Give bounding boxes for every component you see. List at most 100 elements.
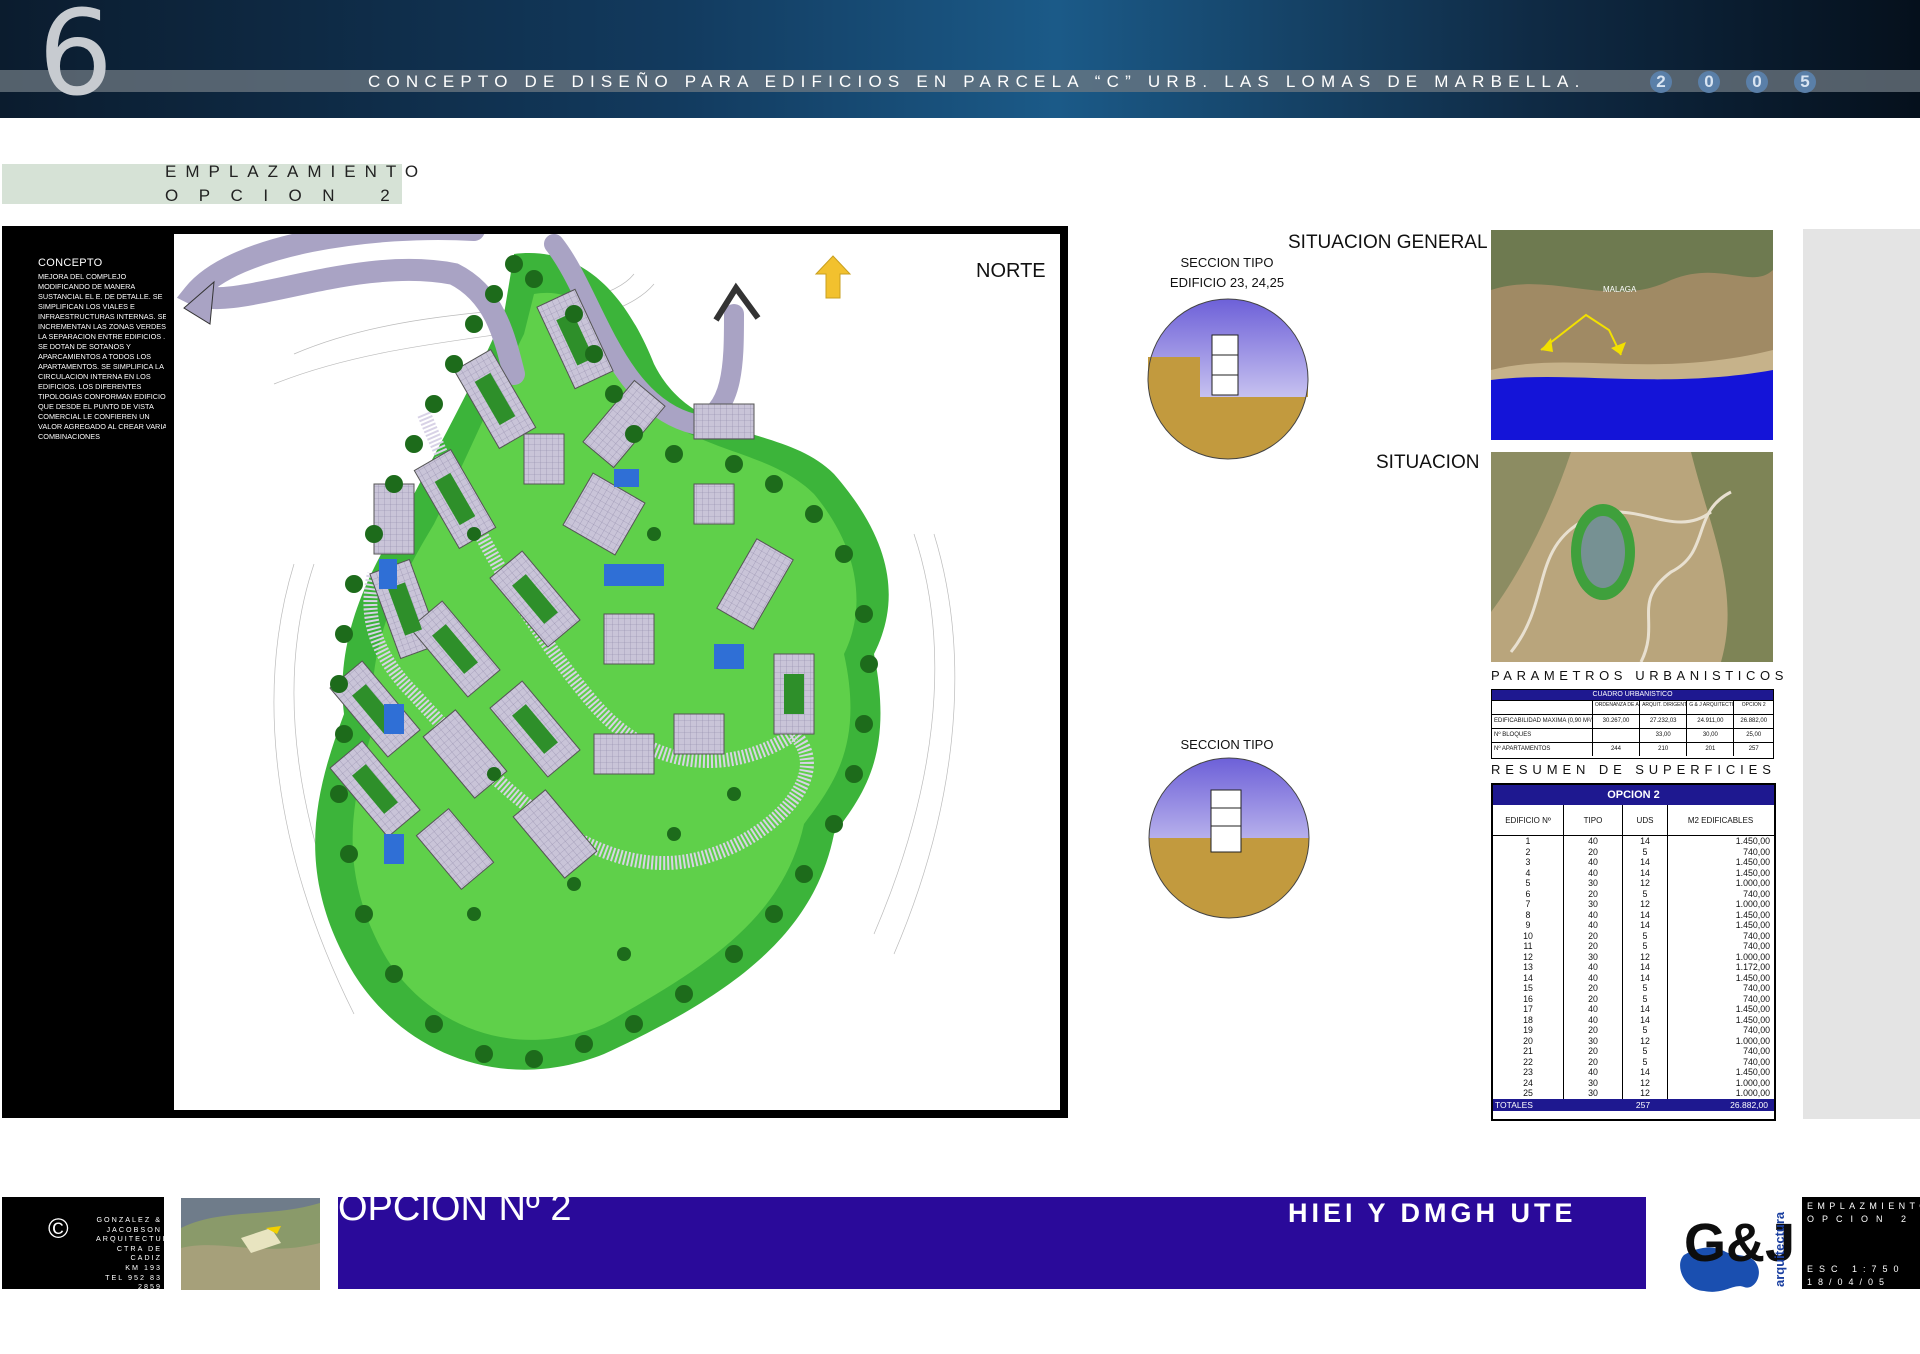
param-col: OPCION 2 xyxy=(1733,701,1773,714)
table-cell: 12 xyxy=(1622,1088,1667,1099)
param-cell xyxy=(1591,729,1639,742)
param-cell: 201 xyxy=(1686,743,1733,756)
param-col: ARQUIT. DIRIGENTES, S. L. xyxy=(1639,701,1686,714)
table-cell: 1.450,00 xyxy=(1667,909,1772,920)
surfaces-totals-row: TOTALES 257 26.882,00 xyxy=(1493,1098,1774,1111)
totals-label: TOTALES xyxy=(1495,1099,1533,1110)
subtitle-line-1: EMPLAZAMIENTO xyxy=(165,162,428,181)
table-cell: 21 xyxy=(1523,1046,1533,1056)
sheet-date: 18/04/05 xyxy=(1807,1277,1891,1287)
table-cell: 740,00 xyxy=(1667,1025,1772,1036)
table-cell: 30 xyxy=(1563,899,1622,910)
table-cell: 1.450,00 xyxy=(1667,1014,1772,1025)
table-row: 21 20 5 740,00 xyxy=(1493,1046,1774,1057)
table-cell: 5 xyxy=(1622,941,1667,952)
table-cell: 14 xyxy=(1622,1067,1667,1078)
table-cell: 10 xyxy=(1523,930,1533,941)
table-row: 24 30 12 1.000,00 xyxy=(1493,1077,1774,1088)
table-cell: 30 xyxy=(1563,1077,1622,1088)
table-cell: 8 xyxy=(1525,909,1531,920)
table-cell: 25 xyxy=(1523,1088,1533,1098)
table-row: 18 40 14 1.450,00 xyxy=(1493,1014,1774,1025)
table-cell: 740,00 xyxy=(1667,930,1772,941)
table-cell: 40 xyxy=(1563,1014,1622,1025)
year-digit: 0 xyxy=(1746,71,1768,93)
table-cell: 40 xyxy=(1563,920,1622,931)
table-cell: 1.450,00 xyxy=(1667,836,1772,847)
table-cell: 14 xyxy=(1622,867,1667,878)
table-cell: 40 xyxy=(1563,972,1622,983)
table-cell: 1 xyxy=(1525,836,1531,846)
company-line: TEL 952 83 2859 xyxy=(105,1272,162,1292)
table-row: 9 40 14 1.450,00 xyxy=(1493,920,1774,931)
table-cell: 740,00 xyxy=(1667,993,1772,1004)
table-row: 15 20 5 740,00 xyxy=(1493,983,1774,994)
table-cell: 5 xyxy=(1525,878,1531,888)
table-cell: 12 xyxy=(1523,951,1533,962)
table-row: 5 30 12 1.000,00 xyxy=(1493,878,1774,889)
param-cell: 244 xyxy=(1591,743,1639,756)
surfaces-col-header: EDIFICIO Nº xyxy=(1505,815,1551,825)
table-cell: 30 xyxy=(1563,1088,1622,1099)
site-plan xyxy=(174,217,1060,1110)
table-cell: 30 xyxy=(1563,1035,1622,1046)
table-cell: 40 xyxy=(1563,909,1622,920)
table-row: 10 20 5 740,00 xyxy=(1493,930,1774,941)
table-row: 19 20 5 740,00 xyxy=(1493,1025,1774,1036)
table-row: 14 40 14 1.450,00 xyxy=(1493,972,1774,983)
param-cell: 33,00 xyxy=(1639,729,1686,742)
table-cell: 5 xyxy=(1622,1025,1667,1036)
site-plan-drawing xyxy=(176,217,956,1070)
param-cell: 30,00 xyxy=(1686,729,1733,742)
surfaces-title: RESUMEN DE SUPERFICIES xyxy=(1491,762,1776,777)
company-line: TEL 952 83 4953 xyxy=(105,1291,162,1311)
param-col: G & J ARQUITECTURA, S. L. OPCION 1 xyxy=(1686,701,1733,714)
sheet-info-line: EMPLAZMIENTO xyxy=(1807,1201,1920,1211)
table-cell: 7 xyxy=(1525,899,1531,909)
sheet-info-line: OPCION 2 xyxy=(1807,1214,1915,1224)
table-cell: 5 xyxy=(1622,993,1667,1004)
table-cell: 1.450,00 xyxy=(1667,1004,1772,1015)
table-cell: 12 xyxy=(1622,899,1667,910)
table-cell: 9 xyxy=(1525,920,1531,930)
param-cell: EDIFICABILIDAD MAXIMA (0,90 M²/M²) xyxy=(1494,718,1592,724)
surfaces-table: OPCION 2 EDIFICIO Nº TIPO UDS M2 EDIFICA… xyxy=(1491,783,1776,1121)
parameters-title: PARAMETROS URBANISTICOS xyxy=(1491,668,1788,683)
table-cell: 740,00 xyxy=(1667,846,1772,857)
table-cell: 14 xyxy=(1622,909,1667,920)
param-cell: 24.911,00 xyxy=(1686,715,1733,728)
table-cell: 2 xyxy=(1525,846,1531,857)
table-row: 2 20 5 740,00 xyxy=(1493,846,1774,857)
table-cell: 14 xyxy=(1622,972,1667,983)
table-cell: 5 xyxy=(1622,846,1667,857)
table-cell: 30 xyxy=(1563,951,1622,962)
company-line: ARQUITECTURA xyxy=(96,1234,177,1244)
param-col: ORDENANZA DE APLICACION PM-2 xyxy=(1591,701,1639,714)
company-line: CTRA DE CADIZ xyxy=(116,1243,162,1263)
company-details: GONZALEZ & JACOBSON ARQUITECTURA CTRA DE… xyxy=(96,1215,177,1330)
sheet-scale: ESC 1:750 xyxy=(1807,1264,1905,1274)
table-cell: 5 xyxy=(1622,930,1667,941)
table-cell: 30 xyxy=(1563,878,1622,889)
aerial-photo xyxy=(181,1198,320,1290)
ute-label: HIEI Y DMGH UTE xyxy=(1288,1198,1577,1228)
section-diagram-1 xyxy=(1147,298,1309,460)
table-cell: 19 xyxy=(1523,1025,1533,1035)
general-location-label: SITUACION GENERAL xyxy=(1288,232,1488,253)
company-line: GONZALEZ & xyxy=(96,1215,162,1224)
logo-word: arquitectura xyxy=(1772,1211,1787,1287)
table-row: 3 40 14 1.450,00 xyxy=(1493,857,1774,868)
table-row: 17 40 14 1.450,00 xyxy=(1493,1004,1774,1015)
param-cell: 27.232,03 xyxy=(1639,715,1686,728)
param-cell: 210 xyxy=(1639,743,1686,756)
table-cell: 14 xyxy=(1622,1004,1667,1015)
table-cell: 20 xyxy=(1563,1056,1622,1067)
surfaces-option-header: OPCION 2 xyxy=(1493,785,1774,805)
parameters-table-title: CUADRO URBANISTICO xyxy=(1492,690,1773,700)
section-label-3: SECCION TIPO xyxy=(1180,737,1274,752)
table-cell: 40 xyxy=(1563,962,1622,973)
table-cell: 11 xyxy=(1523,941,1533,951)
table-row: 22 20 5 740,00 xyxy=(1493,1056,1774,1067)
param-cell: 257 xyxy=(1733,743,1773,756)
table-row: 16 20 5 740,00 xyxy=(1493,993,1774,1004)
